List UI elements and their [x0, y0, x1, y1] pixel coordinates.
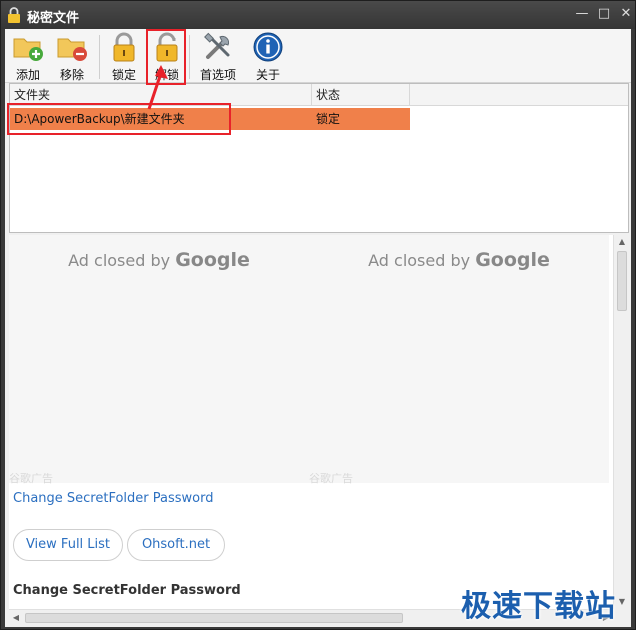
ad-panel-right: Ad closed by Google 谷歌广告 [309, 235, 609, 485]
folder-remove-icon [57, 38, 87, 61]
change-password-heading: Change SecretFolder Password [13, 583, 241, 598]
remove-button[interactable]: 移除 [53, 31, 91, 82]
vertical-scroll-thumb[interactable] [617, 251, 627, 311]
ohsoft-link-button[interactable]: Ohsoft.net [127, 529, 225, 561]
about-label: 关于 [255, 68, 280, 82]
ad-closed-prefix: Ad closed by [68, 251, 171, 270]
close-icon[interactable]: ✕ [617, 5, 635, 23]
toolbar-separator [99, 35, 100, 79]
ad-closed-text: Ad closed by Google [309, 249, 609, 271]
scroll-down-icon[interactable]: ▼ [614, 595, 630, 609]
vertical-scrollbar[interactable]: ▲ ▼ [613, 235, 629, 609]
info-icon [253, 32, 283, 62]
annotation-arrow-icon [147, 65, 168, 110]
change-password-link[interactable]: Change SecretFolder Password [13, 491, 213, 506]
title-bar[interactable]: 秘密文件 — □ ✕ [1, 1, 635, 29]
ad-tag: 谷歌广告 [9, 473, 53, 485]
ad-tag: 谷歌广告 [309, 473, 353, 485]
preferences-button[interactable]: 首选项 [193, 31, 243, 82]
ad-panel-left: Ad closed by Google 谷歌广告 [9, 235, 309, 485]
about-button[interactable]: 关于 [251, 31, 285, 82]
scroll-up-icon[interactable]: ▲ [614, 235, 630, 249]
annotation-box-row [7, 103, 231, 135]
lock-label: 锁定 [111, 68, 136, 82]
column-header-status[interactable]: 状态 [312, 84, 410, 106]
row-status: 锁定 [316, 112, 341, 126]
ad-closed-text: Ad closed by Google [9, 249, 309, 271]
lock-app-icon [8, 7, 20, 23]
maximize-icon[interactable]: □ [595, 5, 613, 23]
toolbar: 添加 移除 锁定 解锁 首选项 关于 [5, 29, 631, 83]
web-content-pane: Ad closed by Google 谷歌广告 Ad closed by Go… [9, 235, 613, 609]
app-window: 秘密文件 — □ ✕ 添加 移除 锁定 解锁 首选项 关于 文件夹 状态 D:\… [0, 0, 636, 630]
lock-button[interactable]: 锁定 [105, 31, 143, 82]
add-label: 添加 [15, 68, 40, 82]
add-button[interactable]: 添加 [11, 31, 45, 82]
remove-label: 移除 [59, 68, 84, 82]
view-full-list-button[interactable]: View Full List [13, 529, 123, 561]
scroll-left-icon[interactable]: ◀ [9, 610, 23, 626]
folder-add-icon [13, 38, 43, 61]
ad-closed-prefix: Ad closed by [368, 251, 471, 270]
lock-icon [113, 32, 135, 62]
tools-icon [204, 32, 230, 59]
site-watermark: 极速下载站 [461, 589, 616, 624]
horizontal-scroll-thumb[interactable] [25, 613, 403, 623]
window-title: 秘密文件 [27, 11, 80, 26]
toolbar-separator [189, 35, 190, 79]
google-brand: Google [175, 249, 250, 271]
google-brand: Google [475, 249, 550, 271]
minimize-icon[interactable]: — [573, 5, 591, 23]
preferences-label: 首选项 [199, 68, 236, 82]
